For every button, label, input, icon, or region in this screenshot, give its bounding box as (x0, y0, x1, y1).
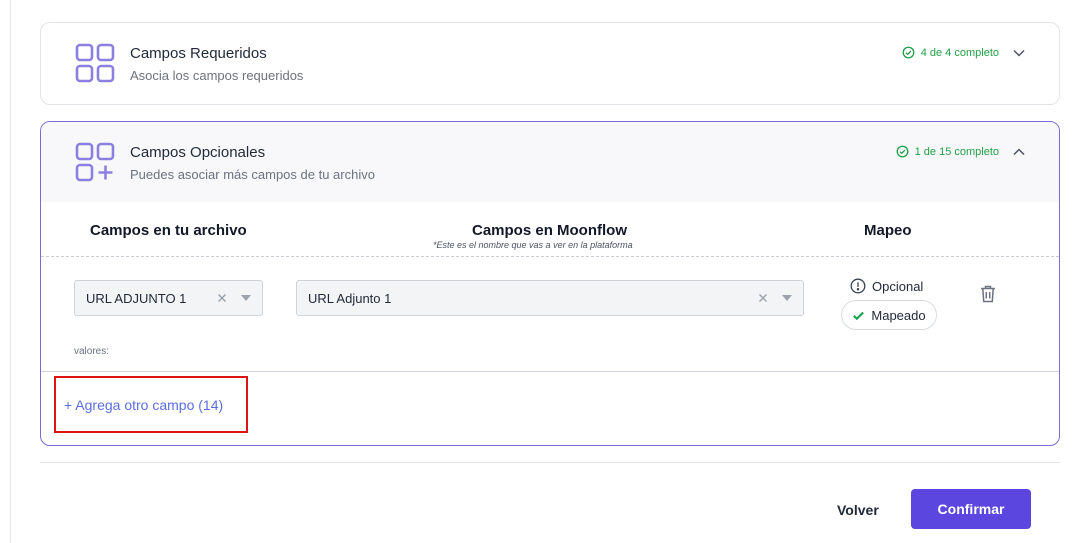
section-title: Campos Opcionales (130, 144, 266, 161)
column-header-mapping: Mapeo (864, 222, 912, 239)
clear-icon[interactable] (215, 291, 229, 305)
back-button[interactable]: Volver (837, 502, 879, 518)
column-header-file: Campos en tu archivo (90, 222, 247, 239)
row-divider (41, 371, 1059, 372)
left-divider (10, 0, 11, 543)
required-fields-header[interactable]: Campos Requeridos Asocia los campos requ… (41, 23, 1059, 103)
completion-status: 1 de 15 completo (896, 145, 999, 158)
values-label: valores: (74, 346, 110, 357)
optional-fields-header[interactable]: Campos Opcionales Puedes asociar más cam… (41, 122, 1059, 202)
highlight-box (54, 376, 248, 433)
completion-status-text: 1 de 15 completo (914, 145, 999, 158)
confirm-button[interactable]: Confirmar (911, 489, 1031, 529)
mapped-label: Mapeado (871, 307, 926, 323)
dashed-divider (41, 256, 1059, 257)
section-subtitle: Asocia los campos requeridos (130, 68, 304, 83)
mapped-badge: Mapeado (841, 300, 937, 330)
section-subtitle: Puedes asociar más campos de tu archivo (130, 167, 375, 182)
exclamation-circle-icon (850, 278, 866, 294)
checkmark-icon (853, 311, 865, 320)
moonflow-field-value: URL Adjunto 1 (308, 290, 392, 306)
chevron-down-icon[interactable] (1011, 45, 1027, 61)
clear-icon[interactable] (756, 291, 770, 305)
grid-four-icon (75, 43, 115, 83)
moonflow-field-select[interactable]: URL Adjunto 1 (296, 280, 804, 316)
completion-status: 4 de 4 completo (902, 46, 999, 59)
section-title: Campos Requeridos (130, 45, 267, 62)
column-header-moonflow: Campos en Moonflow (472, 222, 627, 239)
check-circle-icon (902, 46, 915, 59)
required-fields-card[interactable]: Campos Requeridos Asocia los campos requ… (40, 22, 1060, 105)
optional-label: Opcional (872, 278, 924, 294)
dropdown-arrow-icon[interactable] (241, 295, 251, 301)
file-field-value: URL ADJUNTO 1 (86, 290, 187, 306)
check-circle-icon (896, 145, 909, 158)
chevron-up-icon[interactable] (1011, 144, 1027, 160)
trash-icon[interactable] (979, 284, 997, 304)
dropdown-arrow-icon[interactable] (782, 295, 792, 301)
grid-plus-icon (75, 142, 115, 182)
footer-divider (40, 462, 1060, 463)
column-header-moonflow-note: *Este es el nombre que vas a ver en la p… (433, 240, 633, 250)
completion-status-text: 4 de 4 completo (920, 46, 999, 59)
optional-indicator: Opcional (850, 278, 923, 294)
file-field-select[interactable]: URL ADJUNTO 1 (74, 280, 263, 316)
